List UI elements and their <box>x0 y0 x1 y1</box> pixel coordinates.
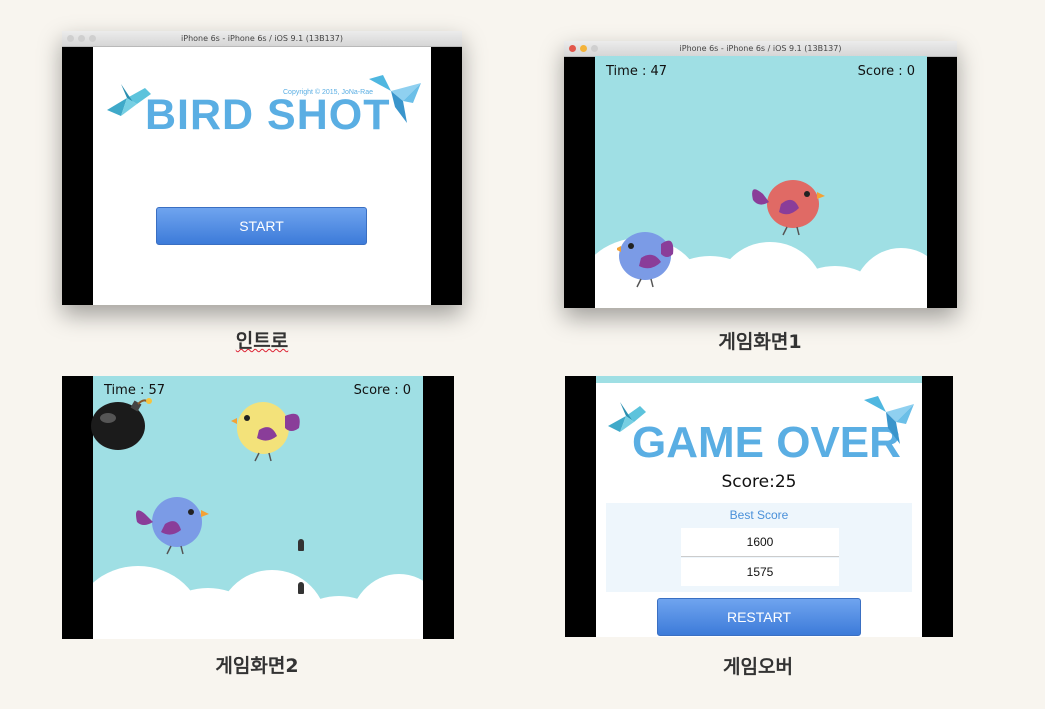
yellow-bird-icon[interactable] <box>229 398 309 462</box>
time-label: Time : 47 <box>606 64 668 79</box>
blue-bird-icon[interactable] <box>133 494 211 556</box>
bird-shot-logo: BIRD SHOT <box>145 91 391 139</box>
game1-screen: Time : 47 Score : 0 <box>595 56 927 308</box>
restart-button[interactable]: RESTART <box>657 598 861 636</box>
intro-screen: BIRD SHOT Copyright © 2015, JoNa-Rae STA… <box>93 47 431 305</box>
game1-caption: 게임화면1 <box>718 331 802 353</box>
score-label: Score : 0 <box>857 64 915 79</box>
bomb-icon[interactable] <box>88 396 158 452</box>
game1-simulator-window: iPhone 6s - iPhone 6s / iOS 9.1 (13B137)… <box>564 41 957 308</box>
bullet-icon <box>298 539 304 551</box>
window-titlebar: iPhone 6s - iPhone 6s / iOS 9.1 (13B137) <box>564 41 957 57</box>
best-score-label: Best Score <box>729 508 789 522</box>
intro-simulator-window: iPhone 6s - iPhone 6s / iOS 9.1 (13B137)… <box>62 31 462 305</box>
intro-caption: 인트로 <box>235 330 289 352</box>
minimize-window-button[interactable] <box>78 35 85 42</box>
top-stripe <box>596 376 922 383</box>
close-window-button[interactable] <box>67 35 74 42</box>
best-score-panel: Best Score 1600 1575 <box>606 503 912 592</box>
gameover-caption: 게임오버 <box>723 656 793 678</box>
cloud <box>851 248 927 308</box>
best-score-row: 1600 <box>681 528 839 557</box>
game2-screenshot: Time : 57 Score : 0 <box>62 376 454 639</box>
close-window-button[interactable] <box>569 45 576 52</box>
minimize-window-button[interactable] <box>580 45 587 52</box>
origami-bird-icon <box>369 75 421 123</box>
red-bird-icon[interactable] <box>749 174 829 236</box>
origami-bird-icon <box>864 396 914 444</box>
blue-bird-icon[interactable] <box>617 228 681 290</box>
cloud <box>349 574 423 639</box>
score-label: Score : 0 <box>353 383 411 398</box>
start-button[interactable]: START <box>156 207 367 245</box>
copyright-text: Copyright © 2015, JoNa-Rae <box>283 89 373 96</box>
gameover-screenshot: GAME OVER Score:25 Best Score 1600 1575 … <box>565 376 953 637</box>
window-title: iPhone 6s - iPhone 6s / iOS 9.1 (13B137) <box>679 44 842 53</box>
game-over-title: GAME OVER <box>632 418 901 467</box>
gameover-screen: GAME OVER Score:25 Best Score 1600 1575 … <box>596 376 922 637</box>
bullet-icon <box>298 582 304 594</box>
zoom-window-button[interactable] <box>591 45 598 52</box>
game2-caption: 게임화면2 <box>215 655 299 677</box>
best-score-row: 1575 <box>681 558 839 586</box>
final-score: Score:25 <box>721 472 797 492</box>
window-title: iPhone 6s - iPhone 6s / iOS 9.1 (13B137) <box>181 34 343 43</box>
window-titlebar: iPhone 6s - iPhone 6s / iOS 9.1 (13B137) <box>62 31 462 47</box>
zoom-window-button[interactable] <box>89 35 96 42</box>
